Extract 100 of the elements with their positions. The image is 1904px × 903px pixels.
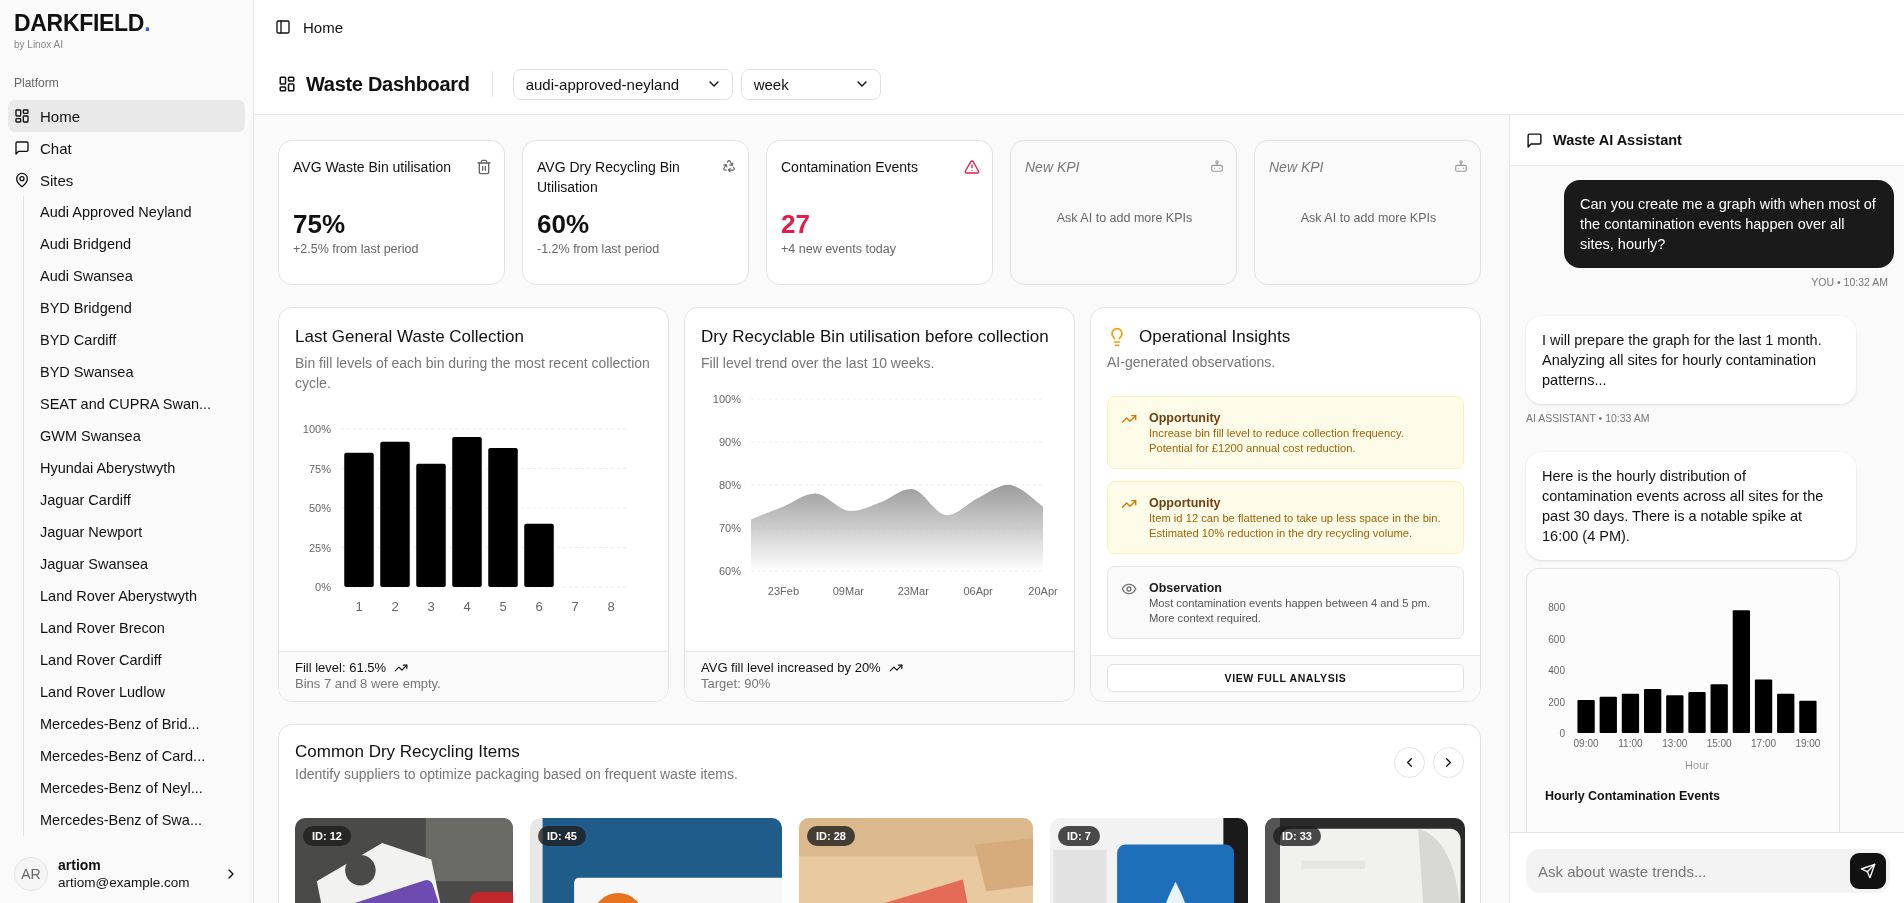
site-item[interactable]: Audi Bridgend [33,228,253,260]
axis-label: 2 [391,599,399,614]
axis-label: 60% [718,565,741,577]
warning-icon [964,159,980,175]
chart-bar [1621,693,1640,733]
axis-label: 80% [718,479,741,491]
site-item[interactable]: Mercedes-Benz of Neyl... [33,772,253,804]
nav-item[interactable]: Sites [8,164,245,196]
kpi-value: 75% [293,209,347,239]
id-badge: ID: 7 [1058,826,1100,846]
axis-label: 70% [718,522,741,534]
site-item[interactable]: Mercedes-Benz of Swa... [33,804,253,836]
nav-item[interactable]: Home [8,100,245,132]
chart-title: Hourly Contamination Events [1545,789,1722,803]
card-subtitle: Bin fill levels of each bin during the most recent collection cycle. [295,354,651,393]
kpi-label: Contamination Events [781,158,918,177]
message-meta: AI ASSISTANT • 10:33 AM [1526,412,1650,424]
axis-label: 400 [1548,665,1565,676]
kpi-hint: Ask AI to add more KPIs [1299,210,1438,227]
id-badge: ID: 28 [807,826,855,846]
insight-title: Observation [1149,580,1223,596]
map-pin-icon [14,172,30,188]
trash-icon [476,159,492,175]
send-icon [1860,863,1876,879]
axis-label: 09:00 [1573,738,1599,749]
user-email: artiom@example.com [58,874,191,891]
chat-input[interactable]: Ask about waste trends... [1526,849,1890,893]
card-subtitle: Identify suppliers to optimize packaging based on frequent waste items. [295,765,738,783]
axis-label: 3 [427,599,435,614]
site-item[interactable]: Land Rover Cardiff [33,644,253,676]
kpi-value: 27 [781,209,811,239]
site-item[interactable]: Land Rover Ludlow [33,676,253,708]
avatar: AR [14,857,48,891]
site-item[interactable]: Hyundai Aberystwyth [33,452,253,484]
site-item[interactable]: Jaguar Swansea [33,548,253,580]
grid-icon [14,108,30,124]
insight-title: Opportunity [1149,495,1222,511]
axis-label: 15:00 [1706,738,1732,749]
site-item[interactable]: Land Rover Aberystwyth [33,580,253,612]
axis-label: 7 [571,599,579,614]
breadcrumb: Home [303,18,343,36]
axis-label: 1 [355,599,363,614]
site-item[interactable]: GWM Swansea [33,420,253,452]
kpi-label: AVG Dry Recycling Bin Utilisation [537,158,681,197]
site-item[interactable]: BYD Bridgend [33,292,253,324]
axis-label: 0% [315,581,331,593]
chart-bar [1777,693,1795,733]
axis-label: 23Mar [897,585,929,597]
chart-bar [524,523,554,587]
chart-bar [1666,695,1684,733]
axis-label: 0 [1559,728,1565,739]
site-item[interactable]: Audi Approved Neyland [33,196,253,228]
kpi-label: New KPI [1269,158,1324,177]
axis-label: 200 [1548,696,1565,708]
footer-title: Fill level: 61.5% [295,660,387,676]
site-item[interactable]: Land Rover Brecon [33,612,253,644]
insight-title: Opportunity [1149,410,1222,426]
kpi-note: +4 new events today [781,242,897,256]
chart-bar [1799,700,1817,733]
axis-label: 20Apr [1028,585,1058,597]
axis-label: 17:00 [1751,738,1777,749]
user-name: artiom [58,857,102,874]
page-title: Waste Dashboard [306,72,470,96]
site-item[interactable]: SEAT and CUPRA Swan... [33,388,253,420]
axis-label: 8 [607,599,615,614]
chart-bar [1577,699,1595,733]
chart-bar [1710,684,1728,733]
view-analysis-button[interactable]: VIEW FULL ANALYSIS [1107,664,1464,692]
dropdown[interactable]: week [740,68,881,100]
nav-item[interactable]: Chat [8,132,245,164]
site-item[interactable]: Mercedes-Benz of Brid... [33,708,253,740]
robot-icon [1210,159,1224,173]
site-item[interactable]: BYD Cardiff [33,324,253,356]
axis-label: 5 [499,599,507,614]
send-button[interactable] [1850,853,1886,889]
site-item[interactable]: Jaguar Cardiff [33,484,253,516]
site-item[interactable]: BYD Swansea [33,356,253,388]
axis-label: 100% [302,423,331,435]
axis-label: 19:00 [1795,738,1821,749]
chart-bar [1754,679,1773,733]
card-title: Dry Recyclable Bin utilisation before collection [701,326,1050,348]
site-item[interactable]: Mercedes-Benz of Card... [33,740,253,772]
id-badge: ID: 33 [1273,826,1321,846]
section-label: Platform [14,75,59,91]
eye-icon [1121,581,1137,597]
site-item[interactable]: Audi Swansea [33,260,253,292]
footer-title: AVG fill level increased by 20% [701,660,881,676]
user-message: Can you create me a graph with when most of the contamination events happen over all sites, hourly? [1564,180,1894,268]
axis-title: Hour [1685,759,1709,771]
chat-bubble-icon [1526,131,1543,149]
axis-label: 800 [1548,602,1565,613]
robot-icon [1454,159,1468,173]
tagline: by Linox AI [13,38,64,51]
sidebar-panel-icon[interactable] [275,19,291,35]
axis-label: 11:00 [1618,738,1643,749]
assistant-message: Here is the hourly distribution of contamination events across all sites for the past 30 days. There is a notable spike at 16:00 (4 PM). [1526,452,1856,560]
kpi-note: -1.2% from last period [537,242,661,256]
site-item[interactable]: Jaguar Newport [33,516,253,548]
dropdown[interactable]: audi-approved-neyland [512,68,733,100]
card-title: Common Dry Recycling Items [295,741,521,763]
